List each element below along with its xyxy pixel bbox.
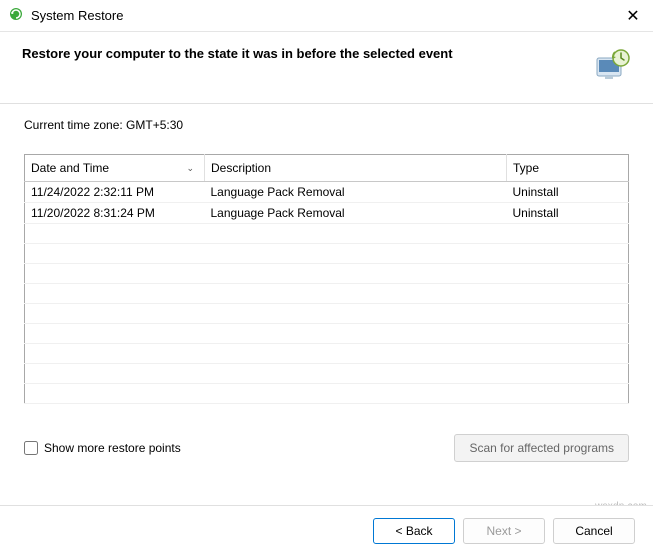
scan-affected-button[interactable]: Scan for affected programs xyxy=(454,434,629,462)
table-row xyxy=(25,344,629,364)
table-row[interactable]: 11/24/2022 2:32:11 PM Language Pack Remo… xyxy=(25,182,629,203)
table-row xyxy=(25,364,629,384)
table-row xyxy=(25,224,629,244)
header-section: Restore your computer to the state it wa… xyxy=(0,32,653,104)
next-button[interactable]: Next > xyxy=(463,518,545,544)
show-more-restore-points[interactable]: Show more restore points xyxy=(24,441,446,455)
column-header-type[interactable]: Type xyxy=(507,155,629,182)
table-row xyxy=(25,244,629,264)
cancel-button[interactable]: Cancel xyxy=(553,518,635,544)
cell-type: Uninstall xyxy=(507,182,629,203)
titlebar: System Restore ✕ xyxy=(0,0,653,32)
system-restore-icon xyxy=(8,6,24,25)
restore-hero-icon xyxy=(593,46,633,85)
table-row xyxy=(25,304,629,324)
cell-type: Uninstall xyxy=(507,203,629,224)
column-header-date-label: Date and Time xyxy=(31,161,109,175)
below-grid-row: Show more restore points Scan for affect… xyxy=(24,434,629,462)
timezone-label: Current time zone: GMT+5:30 xyxy=(24,118,629,132)
window-title: System Restore xyxy=(31,8,623,23)
footer-buttons: < Back Next > Cancel xyxy=(0,505,653,556)
column-header-date[interactable]: Date and Time ⌄ xyxy=(25,155,205,182)
close-icon[interactable]: ✕ xyxy=(623,6,643,26)
sort-descending-icon: ⌄ xyxy=(186,163,194,174)
back-button[interactable]: < Back xyxy=(373,518,455,544)
show-more-label: Show more restore points xyxy=(44,441,181,455)
header-text: Restore your computer to the state it wa… xyxy=(22,46,583,61)
table-row xyxy=(25,284,629,304)
table-row xyxy=(25,324,629,344)
cell-description: Language Pack Removal xyxy=(205,203,507,224)
column-header-description-label: Description xyxy=(211,161,271,175)
cell-date: 11/20/2022 8:31:24 PM xyxy=(25,203,205,224)
cell-date: 11/24/2022 2:32:11 PM xyxy=(25,182,205,203)
show-more-checkbox[interactable] xyxy=(24,441,38,455)
column-header-type-label: Type xyxy=(513,161,539,175)
restore-points-table[interactable]: Date and Time ⌄ Description Type 11/24/2… xyxy=(24,154,629,404)
table-row[interactable]: 11/20/2022 8:31:24 PM Language Pack Remo… xyxy=(25,203,629,224)
cell-description: Language Pack Removal xyxy=(205,182,507,203)
table-row xyxy=(25,264,629,284)
table-row xyxy=(25,384,629,404)
content-area: Current time zone: GMT+5:30 Date and Tim… xyxy=(0,104,653,472)
column-header-description[interactable]: Description xyxy=(205,155,507,182)
